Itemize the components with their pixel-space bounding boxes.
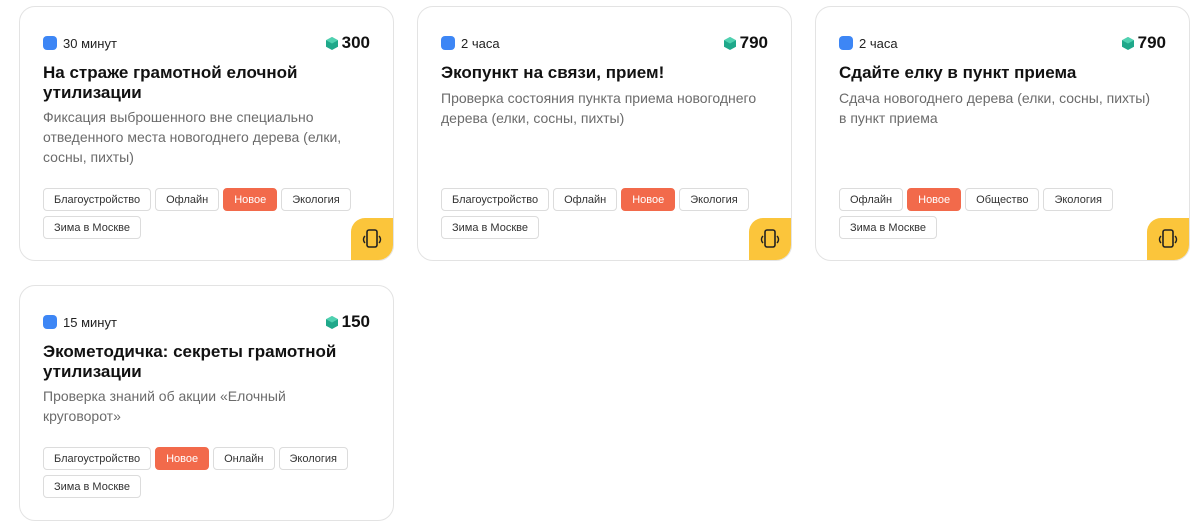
tag[interactable]: Экология — [1043, 188, 1113, 211]
tag-list: Благоустройство Новое Онлайн Экология Зи… — [43, 447, 353, 498]
clock-icon — [839, 36, 853, 50]
card-title: Экометодичка: секреты грамотной утилизац… — [43, 342, 337, 381]
tag-new[interactable]: Новое — [155, 447, 210, 470]
tag-list: Благоустройство Офлайн Новое Экология Зи… — [43, 188, 353, 239]
phone-icon — [1158, 229, 1178, 248]
tag[interactable]: Онлайн — [213, 447, 275, 470]
task-card[interactable]: 30 минут 300 На страже грамотной елочной… — [19, 6, 394, 261]
phone-icon — [760, 229, 780, 248]
clock-icon — [441, 36, 455, 50]
tag[interactable]: Зима в Москве — [43, 475, 141, 498]
card-title: Сдайте елку в пункт приема — [839, 63, 1077, 82]
tag[interactable]: Зима в Москве — [43, 216, 141, 239]
tag[interactable]: Благоустройство — [441, 188, 550, 211]
points-value: 790 — [1137, 33, 1166, 52]
duration: 15 минут — [43, 315, 117, 330]
clock-icon — [43, 315, 57, 329]
card-description: Проверка знаний об акции «Елочный кругов… — [43, 388, 286, 424]
card-title: На страже грамотной елочной утилизации — [43, 63, 298, 102]
phone-icon — [362, 229, 382, 248]
points-value: 300 — [341, 33, 370, 52]
duration: 2 часа — [839, 36, 898, 51]
points: 790 — [723, 33, 768, 53]
tag[interactable]: Экология — [679, 188, 749, 211]
tag-new[interactable]: Новое — [223, 188, 278, 211]
duration: 30 минут — [43, 36, 117, 51]
tag[interactable]: Благоустройство — [43, 188, 152, 211]
clock-icon — [43, 36, 57, 50]
duration: 2 часа — [441, 36, 500, 51]
card-description: Фиксация выброшенного вне специально отв… — [43, 109, 342, 165]
tag[interactable]: Офлайн — [155, 188, 220, 211]
tag[interactable]: Благоустройство — [43, 447, 152, 470]
gem-icon — [723, 36, 736, 50]
corner-badge[interactable] — [1147, 218, 1189, 260]
tag-new[interactable]: Новое — [907, 188, 962, 211]
task-card[interactable]: 15 минут 150 Экометодичка: секреты грамо… — [19, 285, 394, 521]
task-card[interactable]: 2 часа 790 Экопункт на связи, прием! Про… — [417, 6, 792, 261]
tag-new[interactable]: Новое — [621, 188, 676, 211]
gem-icon — [325, 315, 338, 329]
points-value: 790 — [739, 33, 768, 52]
duration-label: 2 часа — [461, 35, 500, 51]
gem-icon — [1121, 36, 1134, 50]
points: 790 — [1121, 33, 1166, 53]
corner-badge[interactable] — [749, 218, 791, 260]
tag[interactable]: Офлайн — [553, 188, 618, 211]
points-value: 150 — [341, 312, 370, 331]
points: 150 — [325, 312, 370, 332]
card-description: Сдача новогоднего дерева (елки, сосны, п… — [839, 90, 1151, 126]
task-card[interactable]: 2 часа 790 Сдайте елку в пункт приема Сд… — [815, 6, 1190, 261]
corner-badge[interactable] — [351, 218, 393, 260]
duration-label: 30 минут — [63, 35, 117, 51]
card-title: Экопункт на связи, прием! — [441, 63, 665, 82]
tag[interactable]: Зима в Москве — [441, 216, 539, 239]
tag[interactable]: Экология — [281, 188, 351, 211]
points: 300 — [325, 33, 370, 53]
tag[interactable]: Зима в Москве — [839, 216, 937, 239]
tag[interactable]: Экология — [278, 447, 348, 470]
tag[interactable]: Офлайн — [839, 188, 904, 211]
tag[interactable]: Общество — [965, 188, 1040, 211]
duration-label: 2 часа — [859, 35, 898, 51]
card-description: Проверка состояния пункта приема новогод… — [441, 90, 757, 126]
gem-icon — [325, 36, 338, 50]
tag-list: Благоустройство Офлайн Новое Экология Зи… — [441, 188, 751, 239]
duration-label: 15 минут — [63, 314, 117, 330]
tag-list: Офлайн Новое Общество Экология Зима в Мо… — [839, 188, 1149, 239]
